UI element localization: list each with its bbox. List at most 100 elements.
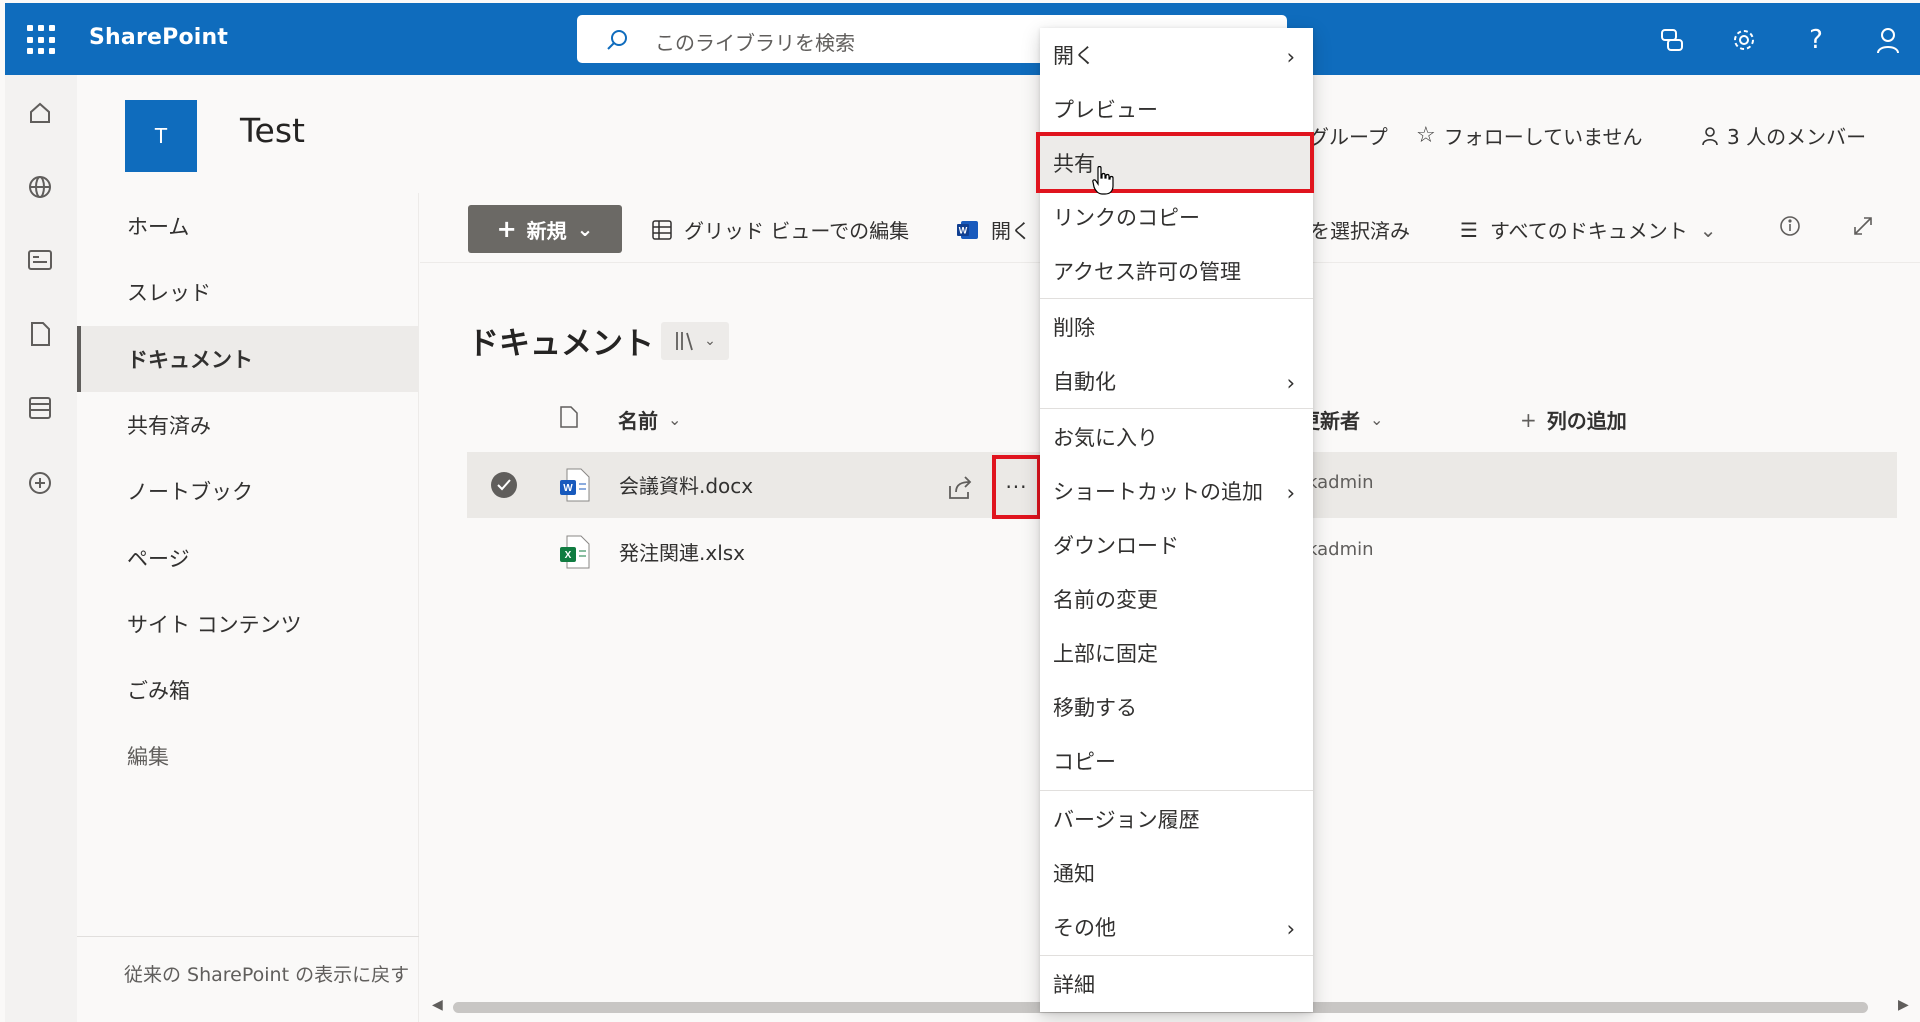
chevron-right-icon: › <box>1286 45 1295 69</box>
menu-item-automate[interactable]: 自動化 › <box>1040 354 1313 408</box>
nav-item-site-contents[interactable]: サイト コンテンツ <box>77 591 419 657</box>
home-icon[interactable] <box>25 98 55 128</box>
search-icon <box>607 30 627 50</box>
nav-item-threads[interactable]: スレッド <box>77 259 419 325</box>
chevron-down-icon: ⌄ <box>576 217 594 241</box>
grid-edit-button[interactable]: グリッド ビューでの編集 <box>652 215 909 244</box>
gear-icon[interactable] <box>1727 23 1761 57</box>
list-icon[interactable] <box>25 393 55 423</box>
menu-item-alert[interactable]: 通知 <box>1040 846 1313 900</box>
menu-divider <box>1040 408 1313 409</box>
person-icon <box>1702 126 1718 145</box>
modified-by: kadmin <box>1307 539 1374 560</box>
chevron-down-icon: ⌄ <box>668 410 682 429</box>
news-icon[interactable] <box>25 245 55 275</box>
modified-by: kadmin <box>1307 472 1374 493</box>
selection-count: を選択済み <box>1310 219 1410 243</box>
classic-view-link[interactable]: 従来の SharePoint の表示に戻す <box>77 936 419 1022</box>
menu-item-rename[interactable]: 名前の変更 <box>1040 572 1313 626</box>
group-link[interactable]: グループ <box>1309 121 1388 150</box>
share-highlight <box>1036 132 1314 193</box>
checkmark-icon[interactable] <box>491 472 517 498</box>
menu-item-download[interactable]: ダウンロード <box>1040 518 1313 572</box>
scroll-left-icon[interactable]: ◀ <box>432 997 443 1013</box>
library-view-icon <box>676 332 693 351</box>
nav-item-home[interactable]: ホーム <box>77 193 419 259</box>
scroll-right-icon[interactable]: ▶ <box>1898 997 1909 1013</box>
menu-item-copy-to[interactable]: コピー <box>1040 734 1313 788</box>
expand-icon[interactable] <box>1852 215 1874 237</box>
view-switcher-button[interactable]: ⌄ <box>661 322 729 360</box>
teams-chat-icon[interactable] <box>1655 23 1689 57</box>
open-button[interactable]: W 開く <box>957 215 1031 244</box>
members-button[interactable]: 3 人のメンバー <box>1701 121 1866 150</box>
excel-file-icon: X <box>560 535 590 569</box>
suite-bar: SharePoint このライブラリを検索 ? <box>5 3 1920 75</box>
chevron-right-icon: › <box>1286 917 1295 941</box>
search-placeholder: このライブラリを検索 <box>655 31 855 55</box>
follow-button[interactable]: ☆ フォローしていません <box>1416 121 1643 150</box>
app-rail <box>5 75 77 1022</box>
share-icon[interactable] <box>946 474 974 502</box>
file-name[interactable]: 発注関連.xlsx <box>619 537 745 566</box>
name-column-header[interactable]: 名前 ⌄ <box>618 405 681 434</box>
file-name[interactable]: 会議資料.docx <box>619 470 753 499</box>
left-navigation: ホーム スレッド ドキュメント 共有済み ノートブック ページ サイト コンテン… <box>77 193 419 1022</box>
svg-text:X: X <box>565 550 572 561</box>
site-title[interactable]: Test <box>240 111 305 150</box>
nav-item-notebook[interactable]: ノートブック <box>77 458 419 524</box>
waffle-icon[interactable] <box>27 25 57 55</box>
chevron-down-icon: ⌄ <box>1699 217 1717 242</box>
help-icon[interactable]: ? <box>1799 23 1833 57</box>
ellipsis-icon: ··· <box>1005 475 1028 499</box>
brand-label[interactable]: SharePoint <box>89 25 228 50</box>
hand-cursor-icon <box>1092 166 1114 195</box>
menu-item-add-shortcut[interactable]: ショートカットの追加 › <box>1040 464 1313 518</box>
view-selector[interactable]: ☰ すべてのドキュメント ⌄ <box>1460 215 1717 244</box>
menu-item-open[interactable]: 開く › <box>1040 28 1313 82</box>
nav-item-documents[interactable]: ドキュメント <box>77 326 419 392</box>
svg-text:W: W <box>563 483 573 494</box>
more-options-button[interactable]: ··· <box>992 455 1041 519</box>
site-header: T Test グループ ☆ フォローしていません 3 人のメンバー <box>77 75 1920 193</box>
menu-item-favorite[interactable]: お気に入り <box>1040 410 1313 464</box>
nav-item-shared[interactable]: 共有済み <box>77 392 419 458</box>
menu-item-pin-to-top[interactable]: 上部に固定 <box>1040 626 1313 680</box>
menu-divider <box>1040 790 1313 791</box>
menu-item-details[interactable]: 詳細 <box>1040 957 1313 1011</box>
globe-icon[interactable] <box>25 172 55 202</box>
word-icon: W <box>957 220 978 239</box>
chevron-right-icon: › <box>1286 371 1295 395</box>
menu-divider <box>1040 955 1313 956</box>
chevron-down-icon: ⌄ <box>1370 410 1384 429</box>
svg-text:W: W <box>959 225 968 235</box>
chevron-right-icon: › <box>1286 481 1295 505</box>
star-icon: ☆ <box>1416 123 1436 148</box>
menu-item-copy-link[interactable]: リンクのコピー <box>1040 190 1313 244</box>
menu-item-manage-access[interactable]: アクセス許可の管理 <box>1040 244 1313 298</box>
plus-icon: + <box>1520 407 1537 432</box>
menu-item-preview[interactable]: プレビュー <box>1040 82 1313 136</box>
chevron-down-icon: ⌄ <box>704 333 716 349</box>
menu-item-version-history[interactable]: バージョン履歴 <box>1040 792 1313 846</box>
nav-item-edit[interactable]: 編集 <box>77 723 419 789</box>
site-logo[interactable]: T <box>125 100 197 172</box>
menu-item-move-to[interactable]: 移動する <box>1040 680 1313 734</box>
file-type-column-icon[interactable] <box>559 405 579 429</box>
library-title: ドキュメント <box>468 326 654 362</box>
file-icon[interactable] <box>25 319 55 349</box>
info-icon[interactable] <box>1779 215 1801 237</box>
grid-icon <box>652 219 672 240</box>
person-icon[interactable] <box>1871 23 1905 57</box>
word-file-icon: W <box>560 468 590 502</box>
menu-item-delete[interactable]: 削除 <box>1040 300 1313 354</box>
nav-item-recycle-bin[interactable]: ごみ箱 <box>77 657 419 723</box>
plus-icon: + <box>496 215 517 243</box>
menu-divider <box>1040 298 1313 299</box>
add-column-button[interactable]: + 列の追加 <box>1520 405 1627 434</box>
menu-item-more[interactable]: その他 › <box>1040 900 1313 954</box>
new-button[interactable]: + 新規 ⌄ <box>468 205 622 253</box>
view-list-icon: ☰ <box>1460 217 1478 242</box>
nav-item-pages[interactable]: ページ <box>77 525 419 591</box>
add-icon[interactable] <box>25 468 55 498</box>
